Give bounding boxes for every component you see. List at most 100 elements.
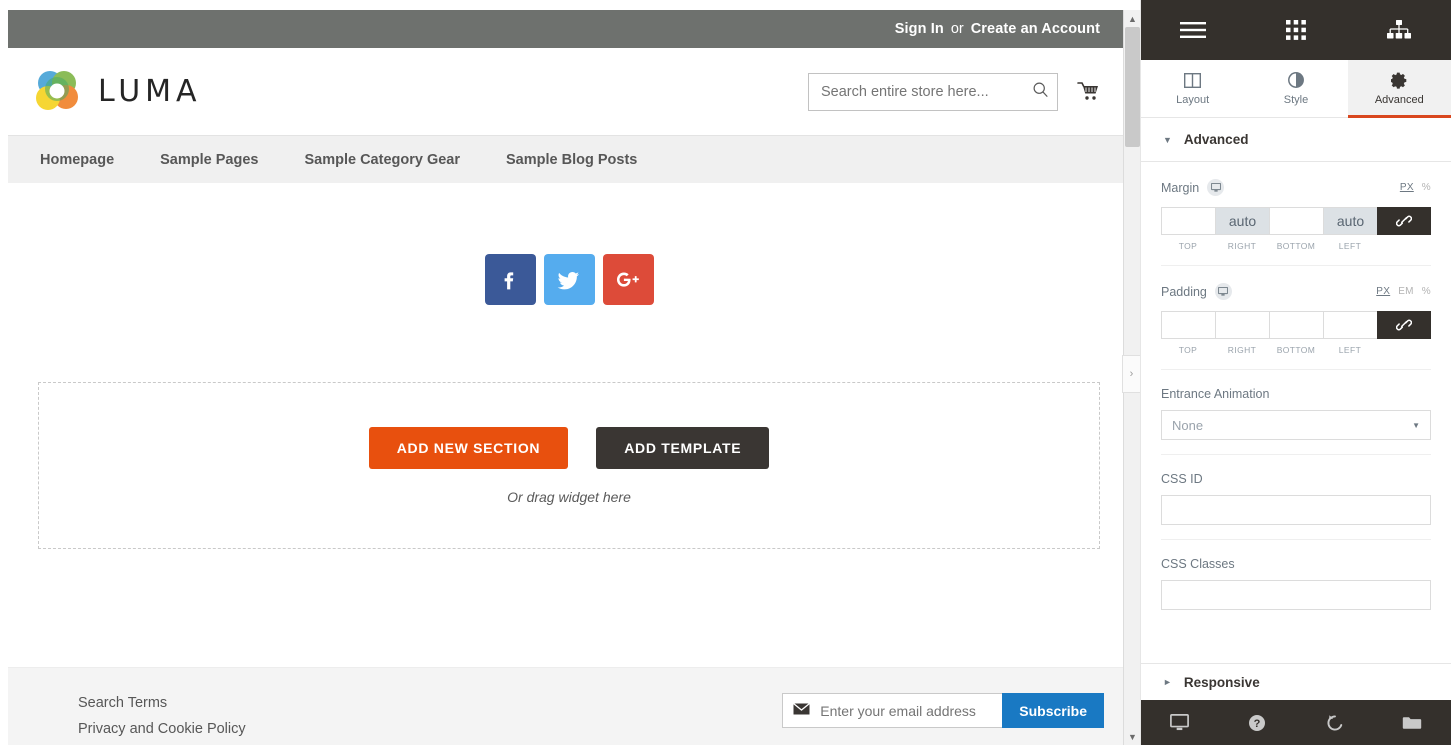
preview-frame: Sign In or Create an Account LUMA Search… <box>0 0 1140 745</box>
padding-control: Padding PX EM % TOP RIGHT BOTTOM LEFT <box>1161 266 1431 370</box>
padding-right-input[interactable] <box>1215 311 1269 339</box>
nav-item-sample-blog-posts[interactable]: Sample Blog Posts <box>483 136 660 184</box>
history-icon[interactable] <box>1296 700 1374 745</box>
scroll-down-arrow-icon[interactable]: ▼ <box>1124 728 1140 745</box>
padding-unit-em[interactable]: EM <box>1398 286 1414 297</box>
tab-style-label: Style <box>1283 94 1309 106</box>
footer-link-search-terms[interactable]: Search Terms <box>78 690 246 716</box>
site-logo[interactable]: LUMA <box>32 67 202 117</box>
search-icon[interactable] <box>1032 81 1049 103</box>
entrance-animation-value: None <box>1172 417 1204 433</box>
create-account-link[interactable]: Create an Account <box>971 21 1100 37</box>
advanced-section-title: Advanced <box>1183 132 1249 147</box>
facebook-icon[interactable] <box>484 254 536 305</box>
nav-item-sample-category-gear[interactable]: Sample Category Gear <box>281 136 483 184</box>
padding-side-labels: TOP RIGHT BOTTOM LEFT <box>1161 345 1431 355</box>
padding-unit-percent[interactable]: % <box>1422 286 1431 297</box>
padding-unit-px[interactable]: PX <box>1376 286 1390 297</box>
help-icon[interactable]: ? <box>1219 700 1297 745</box>
css-id-input[interactable] <box>1161 495 1431 525</box>
social-icons-widget <box>8 183 1130 305</box>
site-utility-bar: Sign In or Create an Account <box>8 10 1130 48</box>
panel-top-toolbar <box>1141 0 1451 60</box>
widgets-grid-icon[interactable] <box>1244 0 1347 60</box>
padding-top-input[interactable] <box>1161 311 1215 339</box>
scrollbar-thumb[interactable] <box>1125 27 1140 147</box>
tab-advanced-label: Advanced <box>1374 94 1424 106</box>
navigator-tree-icon[interactable] <box>1348 0 1451 60</box>
add-template-button[interactable]: ADD TEMPLATE <box>596 426 770 469</box>
hamburger-menu-icon[interactable] <box>1141 0 1244 60</box>
padding-bottom-input[interactable] <box>1269 311 1323 339</box>
svg-text:?: ? <box>1254 718 1261 730</box>
padding-left-label: LEFT <box>1338 345 1362 355</box>
footer-link-privacy-policy[interactable]: Privacy and Cookie Policy <box>78 716 246 742</box>
subscribe-button[interactable]: Subscribe <box>1002 693 1104 728</box>
site-navigation: Homepage Sample Pages Sample Category Ge… <box>8 135 1130 183</box>
css-classes-control: CSS Classes <box>1161 540 1431 624</box>
newsletter-signup: Subscribe <box>782 693 1104 728</box>
margin-bottom-input[interactable] <box>1269 207 1323 235</box>
newsletter-email-input[interactable] <box>820 702 1003 719</box>
panel-tabs: Layout Style Advanced <box>1141 60 1451 118</box>
css-classes-input[interactable] <box>1161 580 1431 610</box>
tab-layout-label: Layout <box>1176 94 1210 106</box>
editor-panel: Layout Style Advanced ▼ Advanced Margin … <box>1140 0 1451 745</box>
footer-links: Search Terms Privacy and Cookie Policy <box>78 690 246 742</box>
margin-right-input[interactable]: auto <box>1215 207 1269 235</box>
responsive-mode-icon[interactable] <box>1141 700 1219 745</box>
utility-separator: or <box>950 21 964 37</box>
drag-widget-hint: Or drag widget here <box>507 488 631 505</box>
margin-label-group: Margin <box>1161 179 1225 196</box>
desktop-icon[interactable] <box>1207 179 1225 196</box>
sign-in-link[interactable]: Sign In <box>895 21 944 37</box>
header-actions <box>808 72 1104 111</box>
chevron-down-icon: ▼ <box>1163 134 1172 145</box>
entrance-animation-select[interactable]: None ▼ <box>1161 410 1431 440</box>
tab-layout[interactable]: Layout <box>1141 60 1244 117</box>
nav-item-homepage[interactable]: Homepage <box>32 136 137 184</box>
margin-top-input[interactable] <box>1161 207 1215 235</box>
margin-unit-percent[interactable]: % <box>1422 182 1431 193</box>
desktop-icon[interactable] <box>1214 283 1232 300</box>
add-section-dropzone[interactable]: ADD NEW SECTION ADD TEMPLATE Or drag wid… <box>38 382 1100 549</box>
site-header: LUMA <box>8 48 1130 135</box>
tab-advanced[interactable]: Advanced <box>1347 60 1451 118</box>
search-input[interactable] <box>821 83 1032 100</box>
margin-side-labels: TOP RIGHT BOTTOM LEFT <box>1161 241 1431 251</box>
margin-unit-px[interactable]: PX <box>1400 182 1414 193</box>
advanced-controls: Margin PX % auto auto TOP RIGHT BOTTOM L… <box>1141 162 1451 663</box>
responsive-section-title: Responsive <box>1183 674 1260 690</box>
margin-bottom-label: BOTTOM <box>1276 241 1316 251</box>
editor-root: Sign In or Create an Account LUMA Search… <box>0 0 1451 745</box>
nav-item-sample-pages[interactable]: Sample Pages <box>137 136 281 184</box>
shopping-cart-icon[interactable] <box>1074 77 1104 107</box>
add-new-section-button[interactable]: ADD NEW SECTION <box>368 426 569 469</box>
margin-link-values-button[interactable] <box>1377 207 1431 235</box>
padding-right-label: RIGHT <box>1227 345 1257 355</box>
entrance-animation-label: Entrance Animation <box>1161 387 1270 401</box>
margin-left-input[interactable]: auto <box>1323 207 1377 235</box>
brand-name: LUMA <box>98 74 202 109</box>
padding-link-values-button[interactable] <box>1377 311 1431 339</box>
padding-label: Padding <box>1161 284 1207 299</box>
site-footer: Search Terms Privacy and Cookie Policy E… <box>8 667 1130 745</box>
margin-top-label: TOP <box>1178 241 1198 251</box>
css-id-label: CSS ID <box>1161 472 1203 486</box>
margin-left-label: LEFT <box>1338 241 1362 251</box>
tab-style[interactable]: Style <box>1244 60 1347 117</box>
responsive-section-header[interactable]: ► Responsive <box>1141 663 1451 700</box>
scroll-up-arrow-icon[interactable]: ▲ <box>1124 10 1140 27</box>
padding-left-input[interactable] <box>1323 311 1377 339</box>
newsletter-field[interactable] <box>782 693 1003 728</box>
luma-logo-icon <box>32 67 82 117</box>
store-search[interactable] <box>808 72 1058 111</box>
panel-collapse-handle[interactable]: › <box>1122 355 1140 393</box>
folder-library-icon[interactable] <box>1374 700 1451 745</box>
css-id-control: CSS ID <box>1161 455 1431 540</box>
twitter-icon[interactable] <box>543 254 595 305</box>
advanced-section-header[interactable]: ▼ Advanced <box>1141 118 1451 162</box>
google-plus-icon[interactable] <box>602 254 654 305</box>
margin-inputs: auto auto <box>1161 207 1431 235</box>
margin-header: Margin PX % <box>1161 179 1431 196</box>
